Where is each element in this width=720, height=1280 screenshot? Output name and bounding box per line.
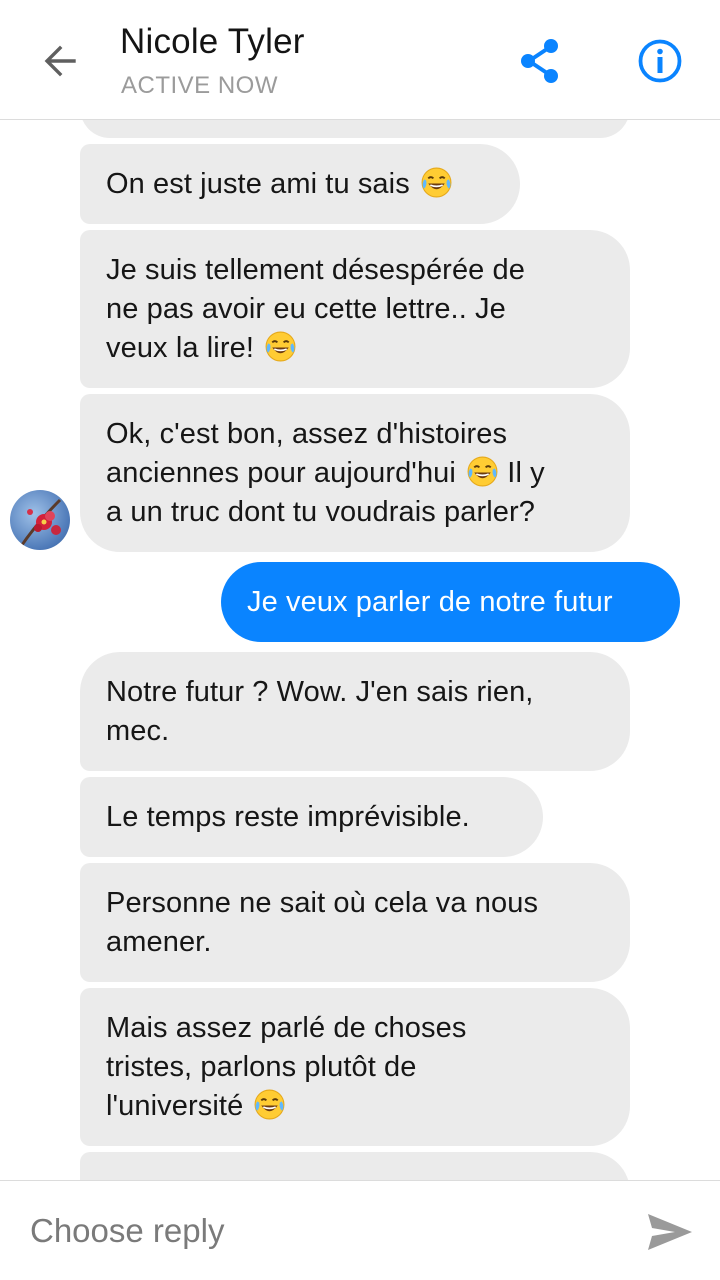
message-thread[interactable]: On est juste ami tu sais Je suis telleme… bbox=[0, 120, 720, 1180]
message-text: Je suis tellement désespérée de ne pas a… bbox=[106, 253, 526, 364]
message-bubble[interactable]: Je suis tellement désespérée de ne pas a… bbox=[80, 230, 630, 388]
message-bubble[interactable]: On est juste ami tu sais bbox=[80, 144, 520, 224]
share-button[interactable] bbox=[510, 34, 570, 88]
contact-name[interactable]: Nicole Tyler bbox=[120, 22, 305, 62]
tears-of-joy-emoji bbox=[467, 456, 498, 486]
message-bubble-sent[interactable]: Je veux parler de notre futur bbox=[221, 562, 680, 642]
tears-of-joy-emoji bbox=[255, 1089, 285, 1119]
share-icon bbox=[521, 39, 558, 83]
reply-input[interactable] bbox=[30, 1207, 590, 1255]
send-button[interactable] bbox=[640, 1207, 700, 1257]
info-icon bbox=[638, 39, 682, 83]
message-bubble[interactable]: Ok, c'est bon, assez d'histoires ancienn… bbox=[80, 394, 630, 552]
reply-composer bbox=[0, 1180, 720, 1280]
tears-of-joy-emoji bbox=[421, 167, 452, 197]
message-text: On est juste ami tu sais bbox=[106, 165, 453, 204]
message-text: Le temps reste imprévisible. bbox=[106, 800, 470, 833]
message-text: Je veux parler de notre futur bbox=[247, 585, 613, 618]
contact-avatar[interactable] bbox=[10, 490, 70, 550]
send-icon bbox=[648, 1214, 692, 1250]
message-bubble[interactable]: Personne ne sait où cela va nous amener. bbox=[80, 863, 630, 982]
message-bubble[interactable]: Notre futur ? Wow. J'en sais rien, mec. bbox=[80, 652, 630, 771]
flower-photo bbox=[18, 498, 62, 549]
message-text: Notre futur ? Wow. J'en sais rien, mec. bbox=[106, 675, 534, 747]
contact-status: ACTIVE NOW bbox=[121, 72, 279, 99]
chat-header: Nicole Tyler ACTIVE NOW bbox=[0, 0, 720, 120]
arrow-left-icon bbox=[44, 45, 76, 77]
info-button[interactable] bbox=[630, 33, 690, 89]
message-text: Ok, c'est bon, assez d'histoires ancienn… bbox=[106, 417, 545, 528]
back-button[interactable] bbox=[30, 36, 90, 86]
message-bubble[interactable]: Le temps reste imprévisible. bbox=[80, 777, 543, 857]
message-bubble-partial[interactable] bbox=[80, 1152, 630, 1180]
tears-of-joy-emoji bbox=[265, 331, 296, 361]
message-text: Personne ne sait où cela va nous amener. bbox=[106, 886, 539, 958]
message-bubble[interactable]: Mais assez parlé de choses tristes, parl… bbox=[80, 988, 630, 1146]
message-bubble-partial[interactable] bbox=[80, 120, 630, 138]
message-text: Mais assez parlé de choses tristes, parl… bbox=[106, 1011, 467, 1122]
